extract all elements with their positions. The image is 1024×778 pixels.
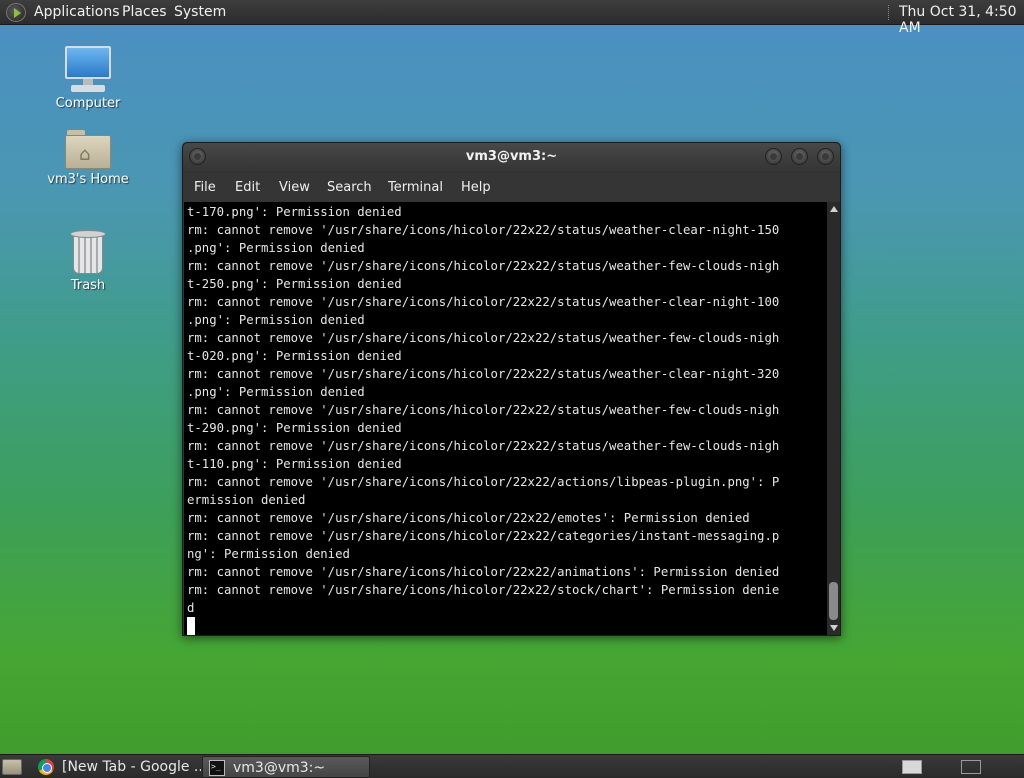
terminal-line: rm: cannot remove '/usr/share/icons/hico…: [187, 529, 780, 543]
taskbar-item-terminal[interactable]: vm3@vm3:~: [202, 756, 370, 778]
minimize-icon[interactable]: [765, 148, 782, 165]
desktop-icon-label: vm3's Home: [47, 172, 129, 187]
terminal-line: ermission denied: [187, 493, 306, 507]
chrome-icon: [38, 759, 54, 775]
terminal-line: .png': Permission denied: [187, 385, 365, 399]
terminal-line: rm: cannot remove '/usr/share/icons/hico…: [187, 475, 780, 489]
clock[interactable]: Thu Oct 31, 4:50 AM: [899, 4, 1024, 36]
terminal-output[interactable]: t-170.png': Permission denied rm: cannot…: [184, 202, 827, 635]
desktop-icon-computer[interactable]: Computer: [38, 46, 138, 111]
workspace-2[interactable]: [961, 760, 981, 774]
terminal-line: rm: cannot remove '/usr/share/icons/hico…: [187, 367, 780, 381]
terminal-line: ng': Permission denied: [187, 547, 350, 561]
desktop-icon-trash[interactable]: Trash: [38, 230, 138, 293]
terminal-line: .png': Permission denied: [187, 241, 365, 255]
terminal-line: t-250.png': Permission denied: [187, 277, 402, 291]
terminal-line: rm: cannot remove '/usr/share/icons/hico…: [187, 565, 780, 579]
terminal-line: .png': Permission denied: [187, 313, 365, 327]
menu-terminal[interactable]: Terminal: [388, 180, 443, 195]
text-cursor: [187, 617, 195, 635]
bottom-panel: [New Tab - Google ... vm3@vm3:~: [0, 754, 1024, 778]
scroll-up-icon[interactable]: [830, 206, 838, 212]
show-desktop-icon[interactable]: [2, 759, 22, 775]
terminal-line: t-110.png': Permission denied: [187, 457, 402, 471]
menu-search[interactable]: Search: [327, 180, 372, 195]
terminal-scrollbar[interactable]: [827, 202, 840, 635]
desktop-icon-home[interactable]: ⌂ vm3's Home: [38, 130, 138, 187]
terminal-line: t-290.png': Permission denied: [187, 421, 402, 435]
terminal-prompt-line: [187, 617, 827, 635]
desktop-icon-label: Trash: [70, 278, 106, 293]
places-menu[interactable]: Places: [122, 4, 167, 20]
terminal-line: rm: cannot remove '/usr/share/icons/hico…: [187, 511, 750, 525]
applications-menu[interactable]: Applications: [34, 4, 120, 20]
terminal-menubar: File Edit View Search Terminal Help: [183, 173, 840, 201]
taskbar-item-label: [New Tab - Google ...: [62, 759, 201, 775]
terminal-line: rm: cannot remove '/usr/share/icons/hico…: [187, 259, 780, 273]
window-titlebar[interactable]: vm3@vm3:~: [183, 143, 840, 171]
terminal-line: rm: cannot remove '/usr/share/icons/hico…: [187, 403, 780, 417]
menu-help[interactable]: Help: [461, 180, 491, 195]
scroll-thumb[interactable]: [829, 582, 838, 620]
panel-separator: [888, 5, 890, 20]
workspace-1[interactable]: [902, 760, 922, 774]
menu-view[interactable]: View: [279, 180, 310, 195]
terminal-line: t-020.png': Permission denied: [187, 349, 402, 363]
terminal-line: rm: cannot remove '/usr/share/icons/hico…: [187, 439, 780, 453]
scroll-down-icon[interactable]: [830, 625, 838, 631]
system-menu[interactable]: System: [174, 4, 226, 20]
terminal-line: rm: cannot remove '/usr/share/icons/hico…: [187, 295, 780, 309]
window-title: vm3@vm3:~: [465, 149, 558, 164]
computer-icon: [63, 46, 113, 94]
top-panel: Applications Places System Thu Oct 31, 4…: [0, 0, 1024, 36]
desktop-icon-label: Computer: [55, 96, 121, 111]
terminal-line: rm: cannot remove '/usr/share/icons/hico…: [187, 583, 780, 597]
close-icon[interactable]: [817, 148, 834, 165]
terminal-line: d: [187, 601, 195, 615]
distro-logo-icon[interactable]: [6, 3, 26, 22]
trash-icon: [70, 230, 106, 276]
taskbar-item-browser[interactable]: [New Tab - Google ...: [32, 756, 201, 778]
terminal-window[interactable]: vm3@vm3:~ File Edit View Search Terminal…: [182, 142, 841, 636]
menu-edit[interactable]: Edit: [235, 180, 260, 195]
taskbar-item-label: vm3@vm3:~: [233, 760, 326, 776]
home-folder-icon: ⌂: [65, 130, 111, 170]
terminal-icon: [209, 760, 225, 776]
maximize-icon[interactable]: [791, 148, 808, 165]
menu-file[interactable]: File: [194, 180, 216, 195]
terminal-line: rm: cannot remove '/usr/share/icons/hico…: [187, 331, 780, 345]
terminal-line: t-170.png': Permission denied: [187, 205, 402, 219]
terminal-line: rm: cannot remove '/usr/share/icons/hico…: [187, 223, 780, 237]
